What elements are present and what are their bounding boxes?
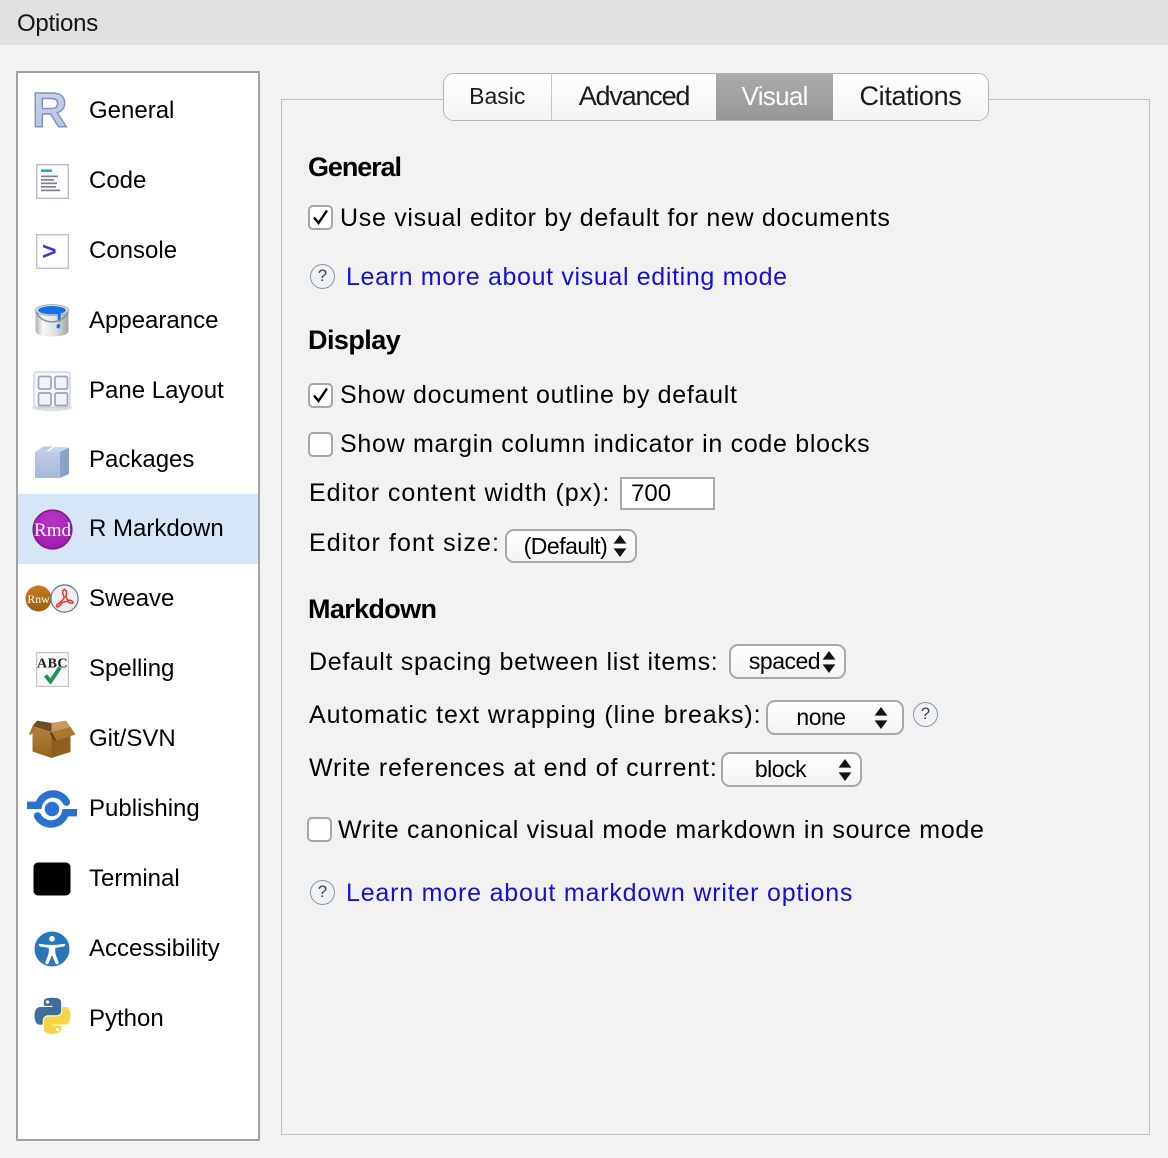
svg-text:R: R: [32, 90, 67, 132]
svg-text:ABC: ABC: [36, 656, 67, 671]
svg-text:Rmd: Rmd: [34, 520, 71, 541]
svg-text:Rnw: Rnw: [27, 592, 50, 606]
svg-text:>: >: [42, 237, 57, 265]
